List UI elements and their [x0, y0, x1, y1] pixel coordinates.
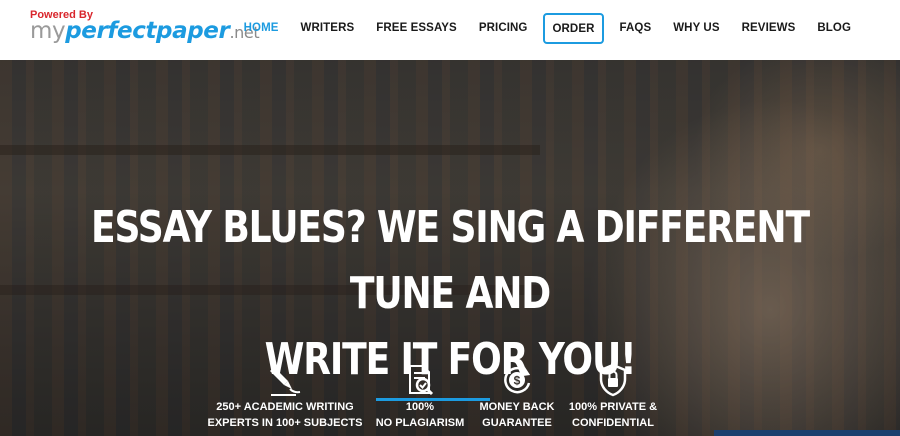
nav-faqs[interactable]: FAQS [609, 22, 663, 34]
feature-private-line-1: 100% PRIVATE & [568, 401, 658, 413]
background-shelf [0, 145, 540, 155]
logo-perfect: perfectpaper [65, 18, 230, 44]
pen-nib-icon [270, 367, 301, 396]
feature-plagiarism-line-2: NO PLAGIARISM [375, 417, 465, 429]
site-header: Powered By myperfectpaper.net HOME WRITE… [0, 0, 900, 60]
feature-money-back-line-1: MONEY BACK [479, 401, 555, 413]
feature-private-line-2: CONFIDENTIAL [572, 417, 654, 429]
money-back-icon: $ [504, 366, 531, 394]
svg-text:$: $ [514, 374, 521, 388]
nav-home[interactable]: HOME [233, 22, 290, 34]
logo-wordmark: myperfectpaper.net [30, 18, 260, 44]
feature-writers-line-2: EXPERTS IN 100+ SUBJECTS [207, 417, 363, 429]
nav-free-essays[interactable]: FREE ESSAYS [365, 22, 468, 34]
nav-reviews[interactable]: REVIEWS [731, 22, 807, 34]
feature-writers-line-1: 250+ ACADEMIC WRITING [216, 401, 354, 413]
feature-plagiarism: 100% NO PLAGIARISM [370, 363, 470, 431]
corner-bar [714, 430, 900, 436]
nav-blog[interactable]: BLOG [806, 22, 862, 34]
feature-private: 100% PRIVATE & CONFIDENTIAL [563, 363, 663, 431]
hero-banner: Essay blues? We sing a different tune an… [0, 60, 900, 436]
nav-writers[interactable]: WRITERS [290, 22, 366, 34]
feature-money-back: $ MONEY BACK GUARANTEE [467, 363, 567, 431]
feature-writers: 250+ ACADEMIC WRITING EXPERTS IN 100+ SUB… [205, 363, 365, 431]
nav-order-button[interactable]: ORDER [543, 12, 604, 44]
nav-pricing[interactable]: PRICING [468, 22, 539, 34]
main-nav: HOME WRITERS FREE ESSAYS PRICING ORDER F… [233, 0, 862, 56]
site-logo[interactable]: Powered By myperfectpaper.net [30, 10, 260, 44]
document-check-icon [409, 365, 434, 396]
lock-shield-icon [599, 363, 627, 397]
feature-plagiarism-line-1: 100% [405, 401, 435, 413]
nav-why-us[interactable]: WHY US [662, 22, 730, 34]
hero-headline-line-1: Essay blues? We sing a different tune an… [91, 202, 810, 319]
logo-my: my [30, 18, 66, 44]
feature-money-back-line-2: GUARANTEE [482, 417, 552, 429]
